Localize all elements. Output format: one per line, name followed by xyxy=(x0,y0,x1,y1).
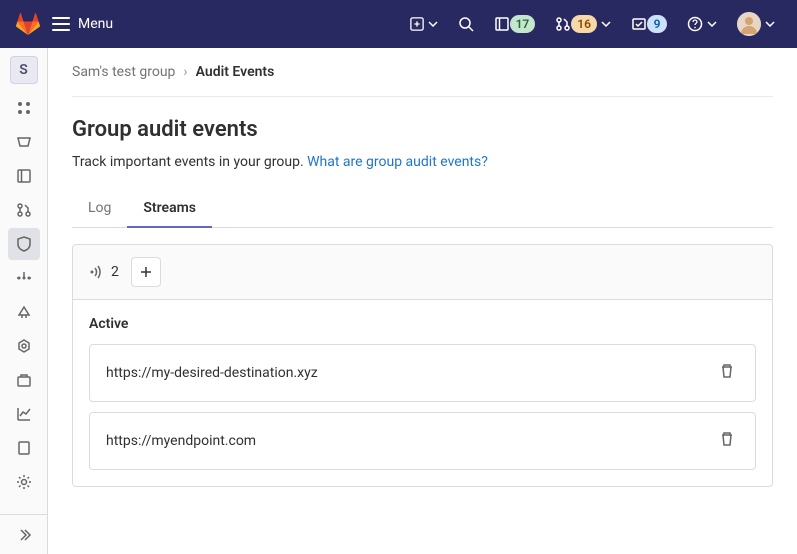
sidebar-item-settings-gear[interactable] xyxy=(8,262,40,294)
user-avatar xyxy=(737,12,761,36)
sidebar-item-issues[interactable] xyxy=(8,160,40,192)
add-stream-button[interactable] xyxy=(131,257,161,287)
chevron-down-icon xyxy=(428,21,438,27)
sidebar-item-analytics[interactable] xyxy=(8,398,40,430)
user-menu[interactable] xyxy=(731,8,781,40)
breadcrumb-separator: › xyxy=(183,64,187,80)
streams-panel: 2 Active https://my-desired-destination.… xyxy=(72,244,773,487)
stream-url: https://myendpoint.com xyxy=(106,433,715,449)
page-description: Track important events in your group. Wh… xyxy=(72,154,773,170)
sidebar-item-cicd[interactable] xyxy=(8,296,40,328)
help-button[interactable] xyxy=(681,12,723,36)
group-avatar[interactable]: S xyxy=(10,56,38,84)
panel-header: 2 xyxy=(73,245,772,300)
sidebar: S xyxy=(0,48,48,554)
sidebar-item-security[interactable] xyxy=(8,228,40,260)
stream-row: https://my-desired-destination.xyz xyxy=(89,344,756,402)
tabs: Log Streams xyxy=(72,190,773,228)
gitlab-logo-icon[interactable] xyxy=(16,12,40,36)
active-section-label: Active xyxy=(89,316,756,332)
stream-icon xyxy=(89,265,105,279)
stream-count: 2 xyxy=(89,264,119,280)
delete-stream-button[interactable] xyxy=(715,359,739,387)
sidebar-item-info[interactable] xyxy=(8,92,40,124)
page-title: Group audit events xyxy=(72,117,773,142)
top-navigation-bar: Menu 17 16 9 xyxy=(0,0,797,48)
create-new-button[interactable] xyxy=(404,13,444,35)
delete-stream-button[interactable] xyxy=(715,427,739,455)
hamburger-menu-icon[interactable] xyxy=(52,17,70,31)
search-button[interactable] xyxy=(452,12,480,36)
trash-icon xyxy=(719,431,735,447)
todos-badge: 9 xyxy=(647,15,667,33)
sidebar-item-merge-requests[interactable] xyxy=(8,194,40,226)
sidebar-item-kubernetes[interactable] xyxy=(8,330,40,362)
help-link[interactable]: What are group audit events? xyxy=(307,154,488,170)
tab-log[interactable]: Log xyxy=(72,190,127,228)
chevron-down-icon xyxy=(765,21,775,27)
stream-row: https://myendpoint.com xyxy=(89,412,756,470)
chevron-down-icon xyxy=(601,21,611,27)
todos-button[interactable]: 9 xyxy=(625,11,673,37)
tab-streams[interactable]: Streams xyxy=(127,190,212,228)
stream-url: https://my-desired-destination.xyz xyxy=(106,365,715,381)
chevron-down-icon xyxy=(707,21,717,27)
issues-button[interactable]: 17 xyxy=(488,11,542,37)
sidebar-item-epics[interactable] xyxy=(8,126,40,158)
plus-icon xyxy=(139,265,153,279)
main-content: Sam's test group › Audit Events Group au… xyxy=(48,48,797,554)
menu-label[interactable]: Menu xyxy=(78,16,113,32)
breadcrumb: Sam's test group › Audit Events xyxy=(72,64,773,97)
trash-icon xyxy=(719,363,735,379)
mr-badge: 16 xyxy=(571,15,597,33)
sidebar-item-settings[interactable] xyxy=(8,466,40,498)
sidebar-expand-button[interactable] xyxy=(0,514,48,554)
issues-badge: 17 xyxy=(510,15,536,33)
breadcrumb-parent[interactable]: Sam's test group xyxy=(72,64,175,80)
merge-requests-button[interactable]: 16 xyxy=(549,11,617,37)
breadcrumb-current: Audit Events xyxy=(196,64,275,80)
sidebar-item-packages[interactable] xyxy=(8,364,40,396)
sidebar-item-wiki[interactable] xyxy=(8,432,40,464)
